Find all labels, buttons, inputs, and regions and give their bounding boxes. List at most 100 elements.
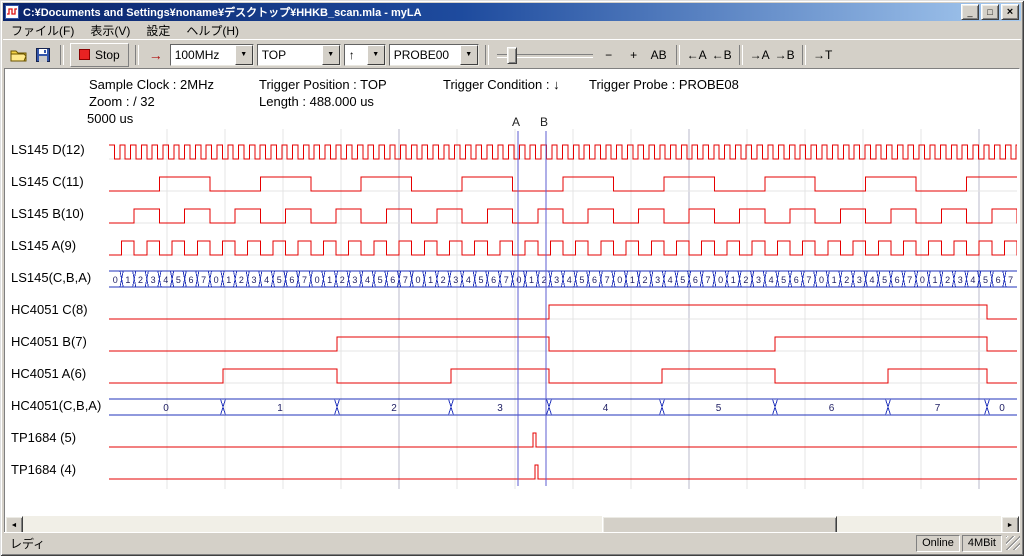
toolbar-separator [676,45,680,65]
svg-text:2: 2 [945,275,950,285]
waveform-svg[interactable]: 0123456701234567012345670123456701234567… [109,129,1017,491]
set-cursor-b-button[interactable]: →B [774,44,796,66]
close-button[interactable]: × [1001,4,1019,20]
save-button[interactable] [32,44,54,66]
channel-label: LS145 D(12) [11,142,85,158]
svg-text:2: 2 [138,275,143,285]
zoom-slider[interactable] [497,44,593,66]
svg-text:2: 2 [391,403,397,414]
svg-text:0: 0 [214,275,219,285]
goto-cursor-a-button[interactable]: ←A [686,44,708,66]
open-file-button[interactable] [7,44,29,66]
svg-text:2: 2 [441,275,446,285]
length-info: Length : 488.000 us [259,94,374,109]
maximize-button[interactable]: □ [981,4,999,20]
cursor-a-label[interactable]: A [512,115,520,129]
app-icon[interactable] [5,5,19,19]
stop-button[interactable]: Stop [70,43,129,67]
goto-trigger-button[interactable]: →T [812,44,834,66]
close-icon: × [1007,7,1013,17]
zoom-info: Zoom : / 32 [89,94,155,109]
client-area: Sample Clock : 2MHz Trigger Position : T… [4,68,1020,533]
svg-text:4: 4 [970,275,975,285]
zoom-in-button[interactable]: + [623,44,645,66]
svg-text:7: 7 [907,275,912,285]
zoom-slider-thumb[interactable] [507,47,517,64]
svg-text:3: 3 [958,275,963,285]
sample-clock-info: Sample Clock : 2MHz [89,77,214,92]
svg-text:3: 3 [554,275,559,285]
toolbar-separator [739,45,743,65]
menu-view[interactable]: 表示(V) [82,21,138,40]
ab-cursor-button[interactable]: AB [648,44,670,66]
timebase-label: 5000 us [87,111,133,126]
run-button[interactable]: → [145,44,167,66]
channel-label: LS145(C,B,A) [11,270,91,286]
sample-clock-select[interactable]: 100MHz ▼ [170,44,254,66]
chevron-down-icon[interactable]: ▼ [460,45,478,65]
trigger-position-info: Trigger Position : TOP [259,77,387,92]
cursor-b-label[interactable]: B [540,115,548,129]
channel-label: TP1684 (4) [11,462,76,478]
svg-text:5: 5 [277,275,282,285]
waveform-area: 5000 us A B LS145 D(12) LS145 C(11) LS14… [5,109,1019,516]
menu-help[interactable]: ヘルプ(H) [178,21,247,40]
svg-text:3: 3 [857,275,862,285]
svg-text:3: 3 [151,275,156,285]
toolbar-separator [60,45,64,65]
svg-text:6: 6 [390,275,395,285]
svg-text:6: 6 [829,403,835,414]
channel-label: HC4051 B(7) [11,334,87,350]
svg-text:7: 7 [201,275,206,285]
resize-grip[interactable] [1006,536,1020,550]
app-window: C:¥Documents and Settings¥noname¥デスクトップ¥… [0,0,1024,556]
channel-label: HC4051 A(6) [11,366,86,382]
zoom-out-button[interactable]: − [598,44,620,66]
chevron-down-icon[interactable]: ▼ [367,45,385,65]
toolbar: Stop → 100MHz ▼ TOP ▼ ↑ ▼ PROBE00 ▼ − + … [3,39,1021,69]
svg-text:7: 7 [504,275,509,285]
channel-label: HC4051 C(8) [11,302,88,318]
horizontal-scrollbar[interactable]: ◄ ► [5,516,1019,532]
svg-text:5: 5 [378,275,383,285]
svg-text:4: 4 [668,275,673,285]
svg-text:0: 0 [415,275,420,285]
scroll-track[interactable] [23,516,1001,532]
svg-text:4: 4 [466,275,471,285]
svg-text:7: 7 [935,403,941,414]
chevron-down-icon[interactable]: ▼ [235,45,253,65]
svg-text:2: 2 [340,275,345,285]
minimize-icon: _ [967,7,972,17]
stop-icon [79,49,90,60]
menu-bar: ファイル(F) 表示(V) 設定 ヘルプ(H) [3,21,1021,39]
svg-text:1: 1 [731,275,736,285]
svg-text:6: 6 [895,275,900,285]
svg-text:1: 1 [428,275,433,285]
channel-label: LS145 A(9) [11,238,76,254]
trigger-position-select[interactable]: TOP ▼ [257,44,341,66]
svg-text:4: 4 [869,275,874,285]
trigger-edge-select[interactable]: ↑ ▼ [344,44,386,66]
chevron-down-icon[interactable]: ▼ [322,45,340,65]
trigger-probe-value: PROBE00 [394,48,456,62]
svg-text:3: 3 [252,275,257,285]
svg-text:6: 6 [794,275,799,285]
svg-text:1: 1 [630,275,635,285]
svg-text:1: 1 [933,275,938,285]
menu-file[interactable]: ファイル(F) [3,21,82,40]
menu-settings[interactable]: 設定 [138,21,178,40]
set-cursor-a-button[interactable]: →A [749,44,771,66]
svg-text:6: 6 [592,275,597,285]
svg-text:1: 1 [832,275,837,285]
channel-label: LS145 B(10) [11,206,84,222]
svg-text:4: 4 [365,275,370,285]
trigger-position-value: TOP [262,48,318,62]
svg-text:3: 3 [756,275,761,285]
trigger-probe-select[interactable]: PROBE00 ▼ [389,44,479,66]
svg-text:6: 6 [289,275,294,285]
svg-text:4: 4 [264,275,269,285]
svg-text:5: 5 [983,275,988,285]
minimize-button[interactable]: _ [961,4,979,20]
svg-text:0: 0 [617,275,622,285]
goto-cursor-b-button[interactable]: ←B [711,44,733,66]
